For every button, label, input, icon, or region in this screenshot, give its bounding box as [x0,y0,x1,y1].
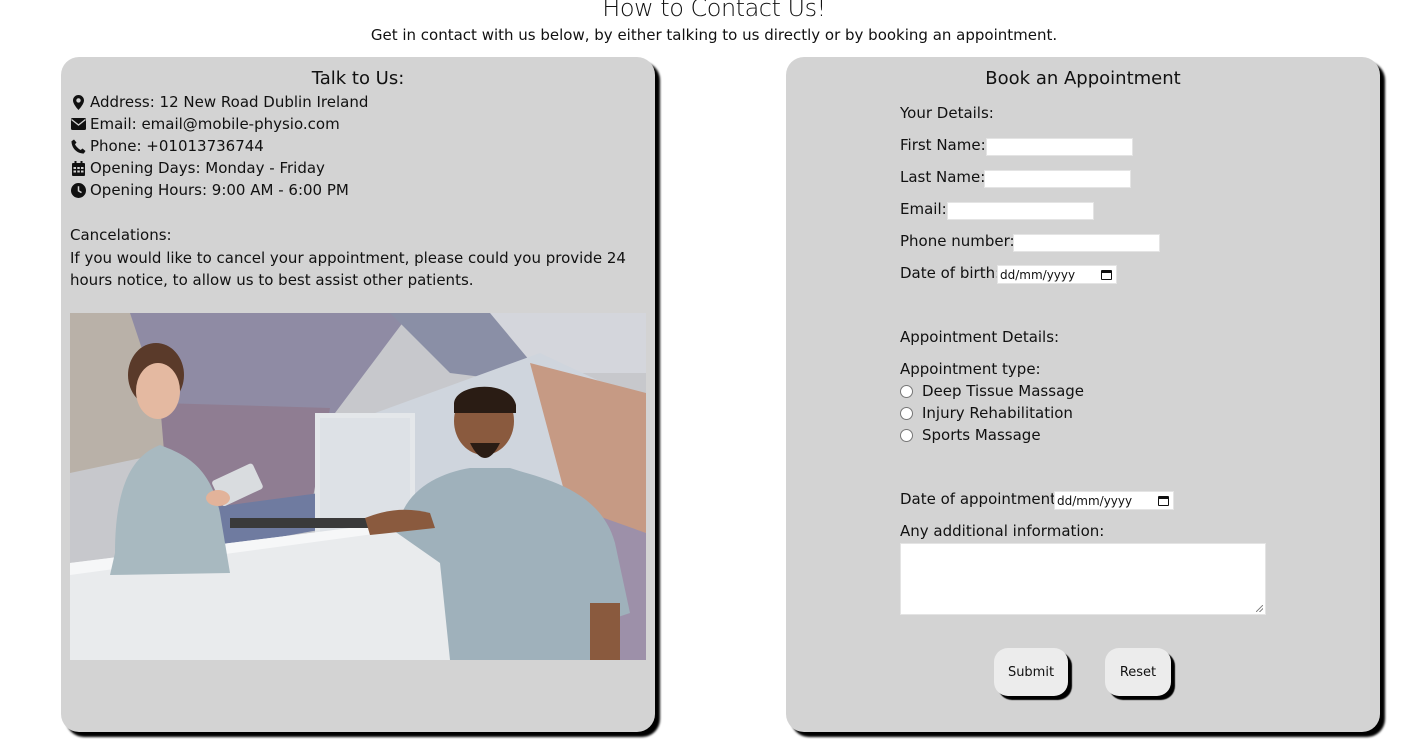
resize-handle-icon[interactable] [1256,605,1263,612]
radio-label: Injury Rehabilitation [922,404,1073,422]
dob-label: Date of birth: [900,264,1001,282]
radio-button[interactable] [900,384,913,398]
phone-input[interactable] [1013,234,1160,252]
additional-info-textarea[interactable] [900,543,1266,615]
reset-button[interactable]: Reset [1105,648,1171,696]
submit-button[interactable]: Submit [994,648,1068,696]
email-text: Email: email@mobile-physio.com [90,115,340,133]
phone-icon [70,138,86,154]
booking-title: Book an Appointment [985,68,1181,89]
opening-days-line: Opening Days: Monday - Friday [70,159,325,177]
radio-label: Deep Tissue Massage [922,382,1085,400]
map-marker-icon [70,94,86,110]
radio-button[interactable] [900,406,913,420]
page-subtitle: Get in contact with us below, by either … [370,26,1058,44]
radio-sports-massage[interactable]: Sports Massage [900,426,1041,444]
phone-text: Phone: +01013736744 [90,137,264,155]
email-line: Email: email@mobile-physio.com [70,115,340,133]
appointment-date-input[interactable]: dd/mm/yyyy [1054,491,1174,510]
calendar-icon[interactable] [1158,495,1169,506]
last-name-label: Last Name: [900,168,986,186]
dob-input[interactable]: dd/mm/yyyy [997,265,1117,284]
booking-card: Book an Appointment Your Details: First … [786,57,1380,732]
radio-injury-rehab[interactable]: Injury Rehabilitation [900,404,1073,422]
last-name-input[interactable] [984,170,1131,188]
additional-info-label: Any additional information: [900,522,1105,540]
email-input[interactable] [947,202,1094,220]
radio-deep-tissue[interactable]: Deep Tissue Massage [900,382,1084,400]
appointment-details-heading: Appointment Details: [900,328,1060,346]
clock-icon [70,182,86,198]
calendar-icon[interactable] [1101,269,1112,280]
appointment-date-placeholder: dd/mm/yyyy [1057,493,1133,508]
appointment-date-label: Date of appointment: [900,490,1062,508]
cancelations-text: If you would like to cancel your appoint… [70,249,626,289]
phone-line: Phone: +01013736744 [70,137,264,155]
first-name-label: First Name: [900,136,986,154]
opening-hours-text: Opening Hours: 9:00 AM - 6:00 PM [90,181,349,199]
dob-placeholder: dd/mm/yyyy [1000,267,1076,282]
clinic-staff-photo [70,313,646,660]
calendar-icon [70,160,86,176]
first-name-input[interactable] [986,138,1133,156]
page-title: How to Contact Us! [602,0,826,22]
email-label: Email: [900,200,947,218]
your-details-heading: Your Details: [900,104,994,122]
address-line: Address: 12 New Road Dublin Ireland [70,93,368,111]
contact-card: Talk to Us: Address: 12 New Road Dublin … [61,57,655,732]
radio-label: Sports Massage [922,426,1041,444]
radio-button[interactable] [900,428,913,442]
opening-hours-line: Opening Hours: 9:00 AM - 6:00 PM [70,181,349,199]
contact-title: Talk to Us: [311,68,405,89]
appointment-type-label: Appointment type: [900,360,1041,378]
phone-label: Phone number: [900,232,1015,250]
envelope-icon [70,116,86,132]
cancelations-heading: Cancelations: [70,226,172,244]
address-text: Address: 12 New Road Dublin Ireland [90,93,369,111]
opening-days-text: Opening Days: Monday - Friday [90,159,325,177]
